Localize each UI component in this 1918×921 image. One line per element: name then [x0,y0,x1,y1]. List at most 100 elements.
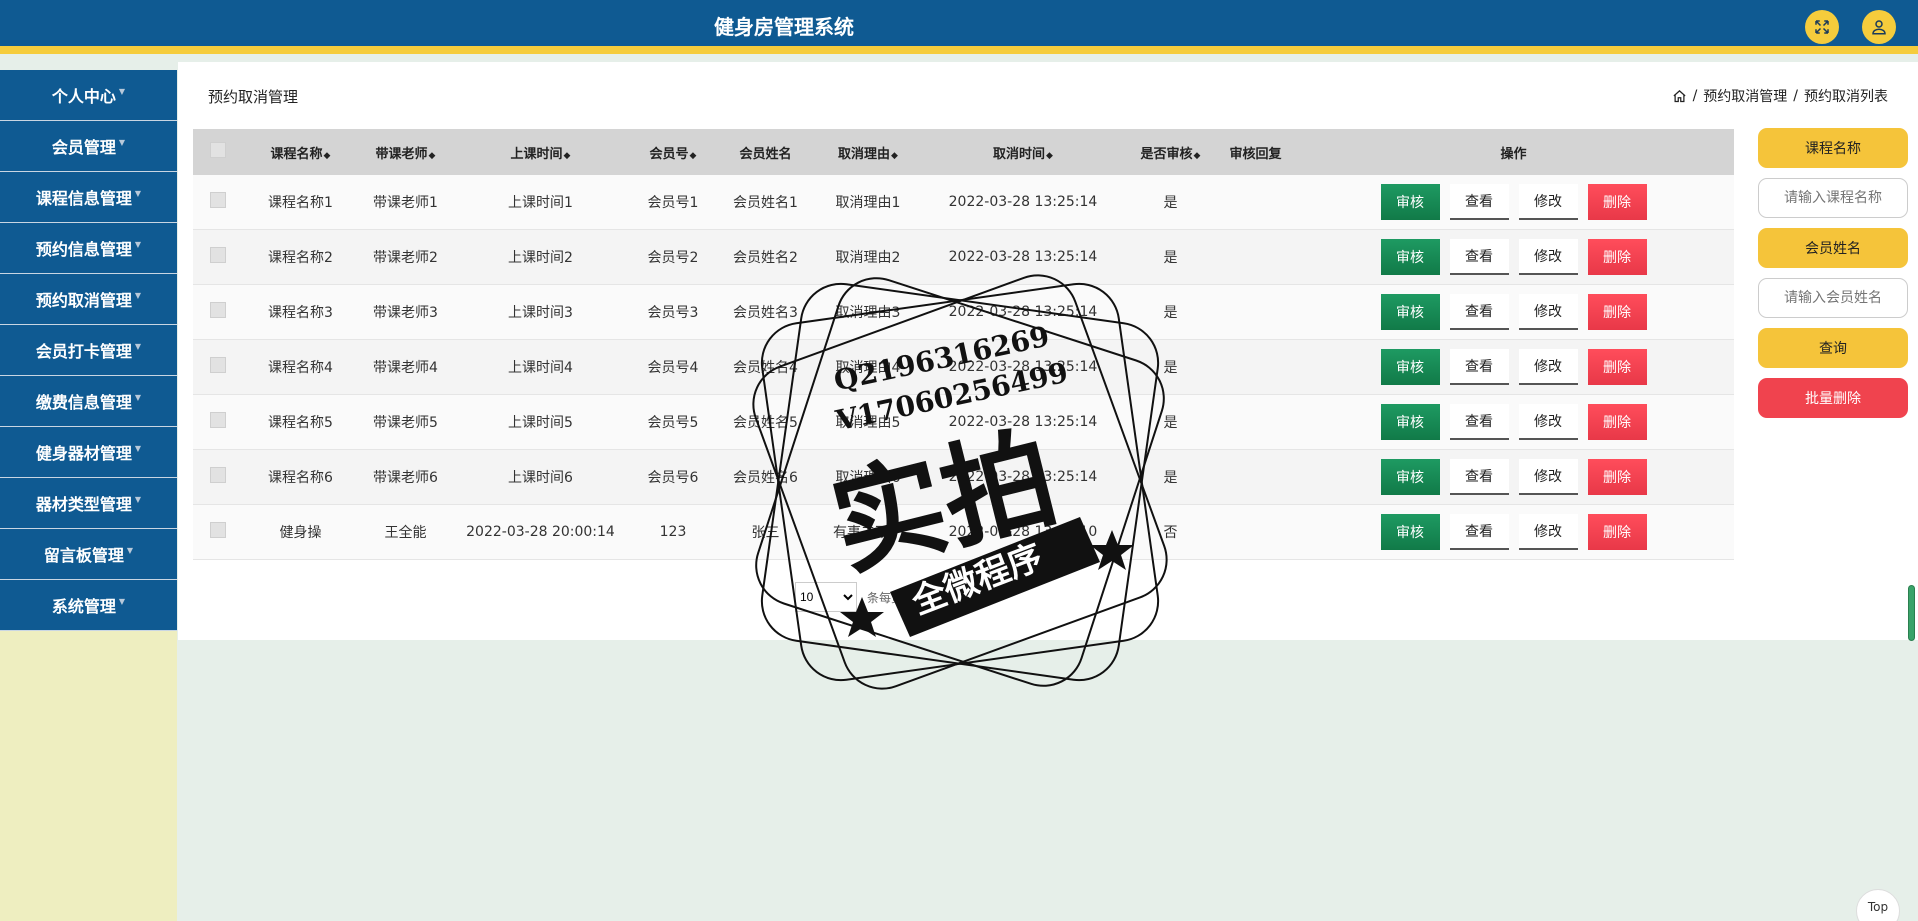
header-class-time[interactable]: 上课时间◆ [453,143,628,162]
view-button[interactable]: 查看 [1449,514,1509,550]
cell-audited: 是 [1163,415,1178,431]
sidebar-item-payment-info[interactable]: 缴费信息管理 ▼ [0,376,177,427]
view-button[interactable]: 查看 [1449,349,1509,385]
home-icon[interactable] [1672,89,1687,104]
edit-button[interactable]: 修改 [1518,349,1578,385]
chevron-down-icon: ▼ [126,545,134,555]
cell-cancel-reason: 取消理由5 [835,415,901,431]
row-checkbox[interactable] [210,247,226,263]
table-row: 课程名称4 带课老师4 上课时间4 会员号4 会员姓名4 取消理由4 2022-03-28 … [193,340,1734,395]
sidebar-item-label: 课程信息管理 [35,189,132,208]
delete-button[interactable]: 删除 [1587,404,1647,440]
row-checkbox[interactable] [210,467,226,483]
edit-button[interactable]: 修改 [1518,404,1578,440]
breadcrumb-item[interactable]: 预约取消管理 [1703,86,1787,106]
cell-course-name: 课程名称2 [268,250,333,266]
sidebar-item-equipment[interactable]: 健身器材管理 ▼ [0,427,177,478]
query-button[interactable]: 查询 [1758,328,1908,368]
header-cancel-time[interactable]: 取消时间◆ [923,143,1123,162]
delete-button[interactable]: 删除 [1587,349,1647,385]
row-checkbox[interactable] [210,192,226,208]
view-button[interactable]: 查看 [1449,184,1509,220]
member-name-label: 会员姓名 [1758,228,1908,268]
cell-member-no: 123 [659,524,687,540]
view-button[interactable]: 查看 [1449,404,1509,440]
table-row: 课程名称6 带课老师6 上课时间6 会员号6 会员姓名6 取消理由6 2022-03-28 … [193,450,1734,505]
cell-audited: 是 [1163,250,1178,266]
audit-button[interactable]: 审核 [1380,404,1440,440]
header-member-no[interactable]: 会员号◆ [628,143,718,162]
select-all-checkbox[interactable] [210,142,226,158]
main-panel: 预约取消管理 / 预约取消管理 / 预约取消列表 课程名称◆ 带课老师◆ 上课时… [178,62,1918,640]
delete-button[interactable]: 删除 [1587,459,1647,495]
course-name-input[interactable] [1758,178,1908,218]
cell-audited: 是 [1163,360,1178,376]
row-checkbox[interactable] [210,412,226,428]
sidebar-item-member-checkin[interactable]: 会员打卡管理 ▼ [0,325,177,376]
row-checkbox[interactable] [210,302,226,318]
view-button[interactable]: 查看 [1449,459,1509,495]
edit-button[interactable]: 修改 [1518,514,1578,550]
header-cancel-reason[interactable]: 取消理由◆ [813,143,923,162]
audit-button[interactable]: 审核 [1380,294,1440,330]
cell-course-name: 课程名称4 [268,360,333,376]
chevron-down-icon: ▼ [134,188,142,198]
header-course-name[interactable]: 课程名称◆ [243,143,358,162]
sidebar-item-message-board[interactable]: 留言板管理 ▼ [0,529,177,580]
audit-button[interactable]: 审核 [1380,459,1440,495]
sidebar-item-label: 个人中心 [51,87,116,106]
cell-member-name: 会员姓名4 [733,360,798,376]
sort-icon: ◆ [428,150,436,161]
sidebar-item-member-management[interactable]: 会员管理 ▼ [0,121,177,172]
batch-delete-button[interactable]: 批量删除 [1758,378,1908,418]
delete-button[interactable]: 删除 [1587,239,1647,275]
cell-cancel-time: 2022-03-28 13:34:10 [948,524,1098,540]
chevron-down-icon: ▼ [134,341,142,351]
edit-button[interactable]: 修改 [1518,184,1578,220]
chevron-down-icon: ▼ [134,239,142,249]
cell-member-no: 会员号6 [647,470,699,486]
delete-button[interactable]: 删除 [1587,514,1647,550]
chevron-down-icon: ▼ [134,290,142,300]
delete-button[interactable]: 删除 [1587,184,1647,220]
user-icon[interactable] [1862,10,1896,44]
view-button[interactable]: 查看 [1449,239,1509,275]
audit-button[interactable]: 审核 [1380,349,1440,385]
sidebar-item-personal-center[interactable]: 个人中心 ▼ [0,70,177,121]
cancel-table: 课程名称◆ 带课老师◆ 上课时间◆ 会员号◆ 会员姓名 取消理由◆ 取消时间◆ … [193,129,1734,560]
view-button[interactable]: 查看 [1449,294,1509,330]
cell-member-name: 会员姓名2 [733,250,798,266]
member-name-input[interactable] [1758,278,1908,318]
edit-button[interactable]: 修改 [1518,294,1578,330]
audit-button[interactable]: 审核 [1380,514,1440,550]
chevron-down-icon: ▼ [134,392,142,402]
delete-button[interactable]: 删除 [1587,294,1647,330]
sidebar-item-label: 健身器材管理 [35,444,132,463]
header-teacher[interactable]: 带课老师◆ [358,143,453,162]
back-to-top-button[interactable]: Top [1856,889,1900,921]
cell-course-name: 课程名称3 [268,305,333,321]
audit-button[interactable]: 审核 [1380,239,1440,275]
cell-teacher: 带课老师2 [373,250,438,266]
sidebar-item-course-info[interactable]: 课程信息管理 ▼ [0,172,177,223]
page-size-select[interactable]: 10 [795,582,857,612]
sidebar-item-booking-cancel[interactable]: 预约取消管理 ▼ [0,274,177,325]
fullscreen-icon[interactable] [1805,10,1839,44]
cell-class-time: 2022-03-28 20:00:14 [466,524,615,540]
sidebar-item-booking-info[interactable]: 预约信息管理 ▼ [0,223,177,274]
cell-class-time: 上课时间3 [508,305,573,321]
edit-button[interactable]: 修改 [1518,459,1578,495]
edit-button[interactable]: 修改 [1518,239,1578,275]
row-actions: 审核 查看 修改 删除 [1293,239,1734,275]
row-checkbox[interactable] [210,522,226,538]
sidebar-item-label: 会员打卡管理 [35,342,132,361]
header-audited[interactable]: 是否审核◆ [1123,143,1218,162]
cell-audited: 是 [1163,470,1178,486]
scrollbar-thumb[interactable] [1908,585,1915,641]
sidebar-item-system[interactable]: 系统管理 ▼ [0,580,177,631]
row-actions: 审核 查看 修改 删除 [1293,294,1734,330]
sidebar-item-equipment-type[interactable]: 器材类型管理 ▼ [0,478,177,529]
row-actions: 审核 查看 修改 删除 [1293,184,1734,220]
audit-button[interactable]: 审核 [1380,184,1440,220]
row-checkbox[interactable] [210,357,226,373]
